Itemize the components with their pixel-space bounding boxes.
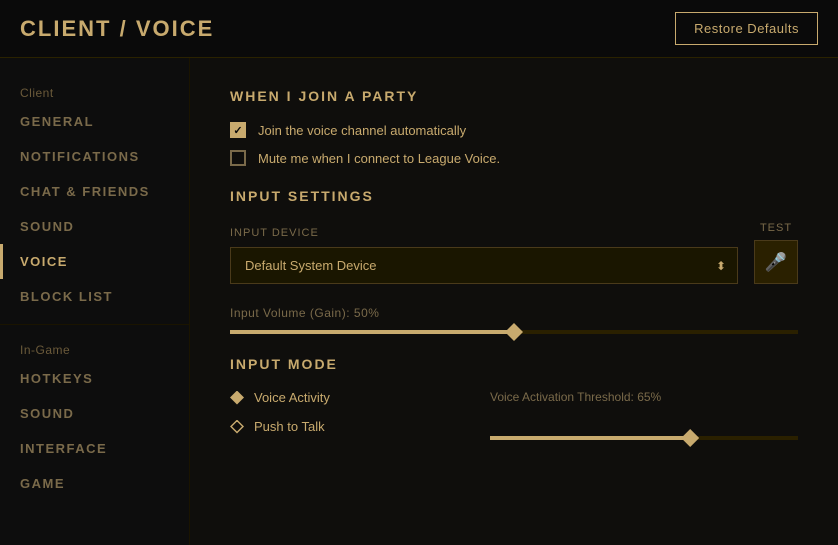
device-field-label: Input Device bbox=[230, 227, 738, 239]
input-mode-options: Voice Activity Push to Talk bbox=[230, 390, 450, 448]
threshold-label: Voice Activation Threshold: 65% bbox=[490, 390, 798, 404]
sidebar-item-sound-ig[interactable]: SOUND bbox=[0, 396, 189, 431]
sidebar: Client GENERAL NOTIFICATIONS CHAT & FRIE… bbox=[0, 58, 190, 545]
device-select[interactable]: Default System Device bbox=[230, 247, 738, 284]
voice-label: VOICE bbox=[136, 16, 214, 41]
device-select-wrapper: Default System Device ⬍ bbox=[230, 247, 738, 284]
input-device-row: Input Device Default System Device ⬍ Tes… bbox=[230, 222, 798, 284]
client-label: CLIENT bbox=[20, 16, 111, 41]
test-col: Test 🎤 bbox=[754, 222, 798, 284]
push-to-talk-label: Push to Talk bbox=[254, 419, 325, 434]
input-device-col: Input Device Default System Device ⬍ bbox=[230, 227, 738, 284]
voice-activity-label: Voice Activity bbox=[254, 390, 330, 405]
mute-connect-checkbox[interactable] bbox=[230, 150, 246, 166]
volume-slider-track[interactable] bbox=[230, 330, 798, 334]
content-area: WHEN I JOIN A PARTY Join the voice chann… bbox=[190, 58, 838, 545]
page-title: CLIENT / VOICE bbox=[20, 16, 214, 42]
mute-connect-label: Mute me when I connect to League Voice. bbox=[258, 151, 500, 166]
sidebar-item-notifications[interactable]: NOTIFICATIONS bbox=[0, 139, 189, 174]
sidebar-item-chat-friends[interactable]: CHAT & FRIENDS bbox=[0, 174, 189, 209]
auto-join-row: Join the voice channel automatically bbox=[230, 122, 798, 138]
when-join-party-title: WHEN I JOIN A PARTY bbox=[230, 88, 798, 104]
sidebar-item-general[interactable]: GENERAL bbox=[0, 104, 189, 139]
main-layout: Client GENERAL NOTIFICATIONS CHAT & FRIE… bbox=[0, 58, 838, 545]
volume-slider-container: Input Volume (Gain): 50% bbox=[230, 306, 798, 334]
when-join-party-section: WHEN I JOIN A PARTY Join the voice chann… bbox=[230, 88, 798, 166]
mute-connect-row: Mute me when I connect to League Voice. bbox=[230, 150, 798, 166]
volume-label: Input Volume (Gain): 50% bbox=[230, 306, 798, 320]
test-label: Test bbox=[760, 222, 792, 234]
input-mode-title: INPUT MODE bbox=[230, 356, 798, 372]
input-settings-section: INPUT SETTINGS Input Device Default Syst… bbox=[230, 188, 798, 334]
sidebar-item-voice[interactable]: VOICE bbox=[0, 244, 189, 279]
auto-join-label: Join the voice channel automatically bbox=[258, 123, 466, 138]
threshold-slider-thumb[interactable] bbox=[681, 429, 699, 447]
sidebar-item-interface[interactable]: INTERFACE bbox=[0, 431, 189, 466]
threshold-col: Voice Activation Threshold: 65% bbox=[490, 390, 798, 448]
sidebar-item-hotkeys[interactable]: HOTKEYS bbox=[0, 361, 189, 396]
volume-slider-thumb[interactable] bbox=[505, 323, 523, 341]
input-settings-title: INPUT SETTINGS bbox=[230, 188, 798, 204]
test-mic-button[interactable]: 🎤 bbox=[754, 240, 798, 284]
in-game-section-label: In-Game bbox=[0, 335, 189, 361]
sidebar-item-game[interactable]: GAME bbox=[0, 466, 189, 501]
threshold-slider-track[interactable] bbox=[490, 436, 798, 440]
voice-activity-radio-filled bbox=[230, 391, 244, 405]
voice-activity-option[interactable]: Voice Activity bbox=[230, 390, 450, 405]
sidebar-item-block-list[interactable]: BLOCK LIST bbox=[0, 279, 189, 314]
title-separator: / bbox=[120, 16, 136, 41]
push-to-talk-radio-outline bbox=[230, 420, 244, 434]
input-mode-section: INPUT MODE Voice Activity Push to Talk V bbox=[230, 356, 798, 448]
microphone-icon: 🎤 bbox=[765, 252, 787, 273]
client-section-label: Client bbox=[0, 78, 189, 104]
sidebar-divider bbox=[0, 324, 189, 325]
auto-join-checkbox[interactable] bbox=[230, 122, 246, 138]
push-to-talk-option[interactable]: Push to Talk bbox=[230, 419, 450, 434]
input-mode-two-col: Voice Activity Push to Talk Voice Activa… bbox=[230, 390, 798, 448]
volume-slider-fill bbox=[230, 330, 514, 334]
threshold-slider-fill bbox=[490, 436, 690, 440]
restore-defaults-button[interactable]: Restore Defaults bbox=[675, 12, 818, 45]
sidebar-item-sound[interactable]: SOUND bbox=[0, 209, 189, 244]
header: CLIENT / VOICE Restore Defaults bbox=[0, 0, 838, 58]
